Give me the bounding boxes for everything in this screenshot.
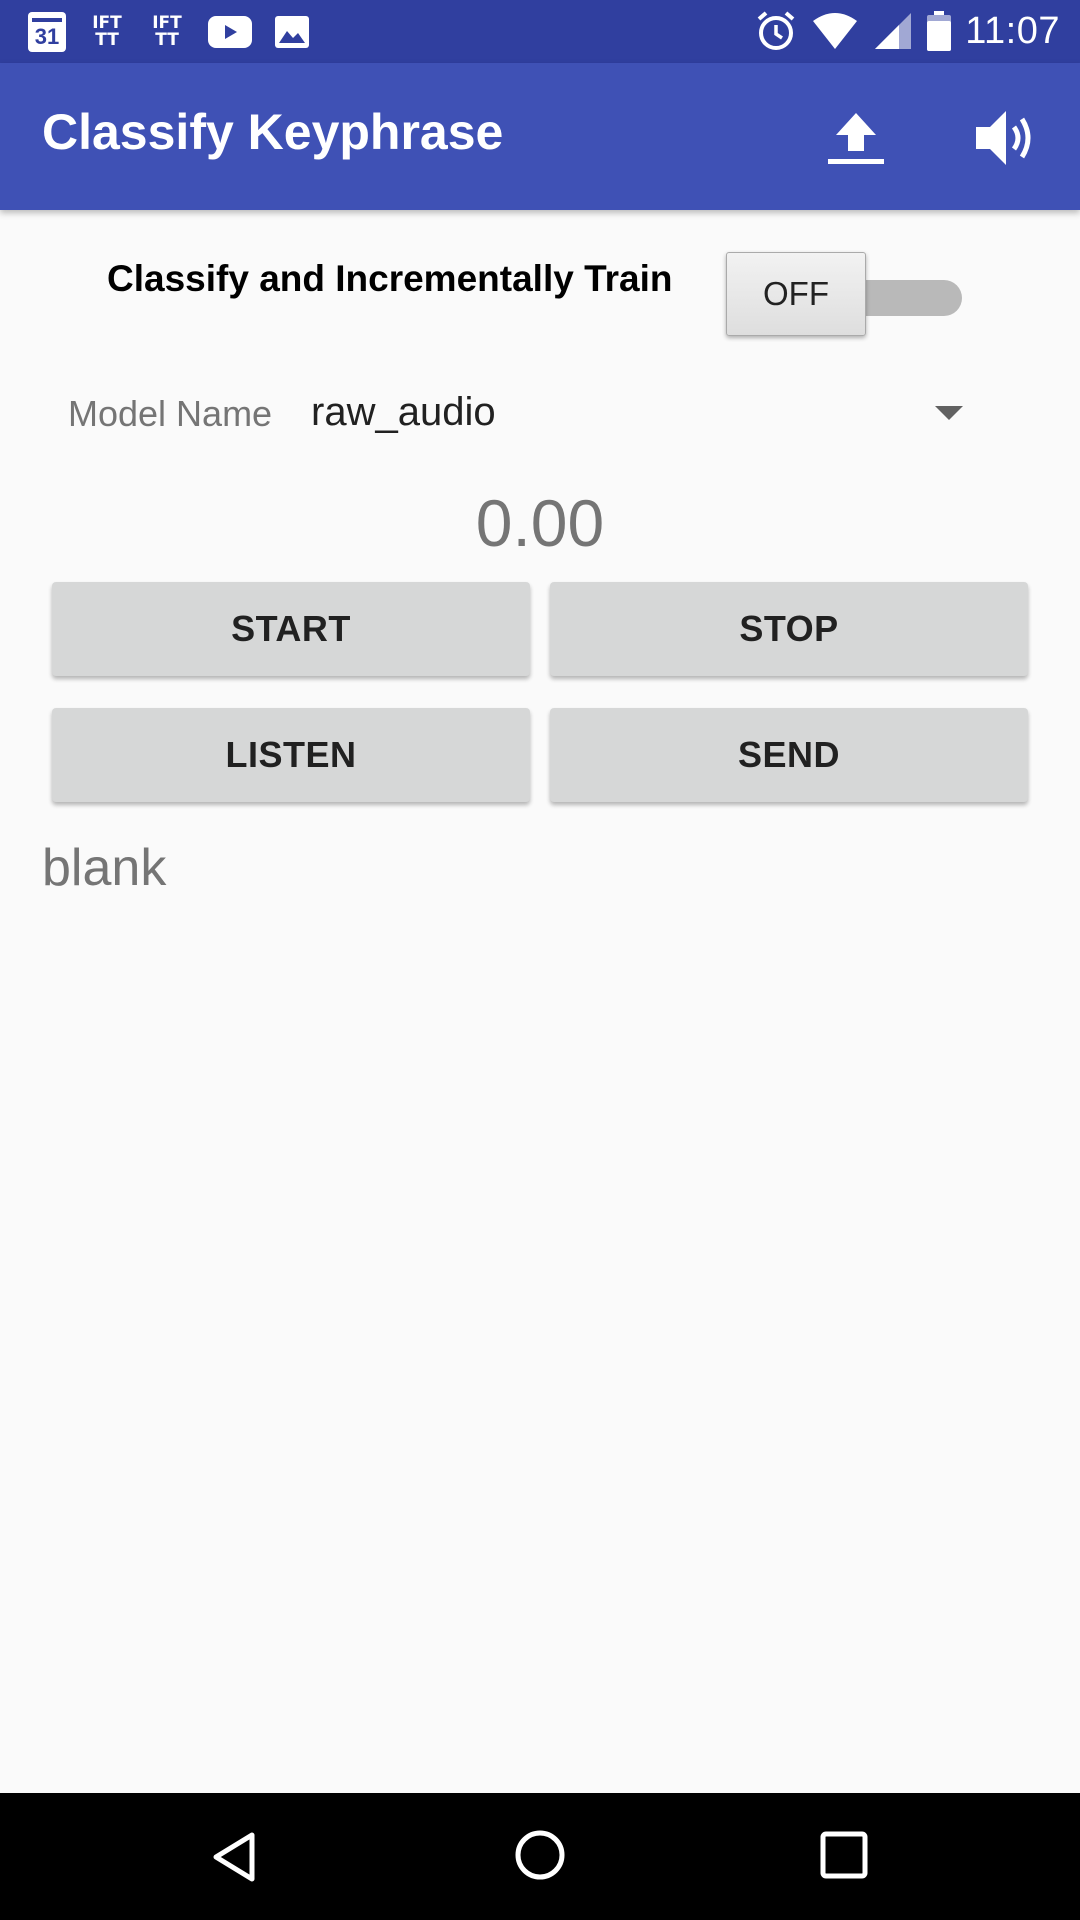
- navigation-bar: [0, 1793, 1080, 1920]
- ifttt-icon: IFT TT: [152, 13, 182, 50]
- calendar-icon: 31: [28, 12, 66, 52]
- stop-button[interactable]: STOP: [550, 582, 1028, 676]
- model-name-value: raw_audio: [311, 390, 496, 434]
- calendar-day: 31: [34, 24, 60, 49]
- start-button[interactable]: START: [52, 582, 530, 676]
- notification-icons: 31 IFT TT IFT TT: [28, 10, 310, 54]
- model-name-dropdown[interactable]: raw_audio: [296, 380, 976, 450]
- status-time: 11:07: [965, 9, 1060, 52]
- battery-icon: [927, 11, 952, 51]
- status-bar: 31 IFT TT IFT TT 11:07: [0, 0, 1080, 63]
- toggle-thumb[interactable]: OFF: [726, 252, 866, 336]
- wifi-icon: [813, 13, 858, 49]
- app-bar: Classify Keyphrase: [0, 63, 1080, 210]
- system-icons: 11:07: [755, 8, 1060, 54]
- youtube-icon: [208, 16, 252, 48]
- listen-button[interactable]: LISTEN: [52, 708, 530, 802]
- speaker-icon[interactable]: [972, 105, 1038, 171]
- result-text: blank: [42, 839, 167, 897]
- screen: 31 IFT TT IFT TT 11:07 Classify Keyphras…: [0, 0, 1080, 1920]
- ifttt-icon: IFT TT: [92, 13, 122, 50]
- signal-icon: [875, 13, 912, 49]
- home-icon[interactable]: [512, 1827, 568, 1883]
- score-value: 0.00: [475, 486, 605, 560]
- back-icon[interactable]: [208, 1829, 264, 1885]
- train-toggle[interactable]: OFF: [726, 252, 962, 336]
- dropdown-arrow-icon: [935, 406, 963, 420]
- app-title: Classify Keyphrase: [42, 104, 504, 160]
- toggle-state: OFF: [763, 275, 829, 312]
- image-icon: [275, 16, 309, 48]
- alarm-icon: [757, 11, 795, 50]
- model-name-label: Model Name: [68, 393, 273, 434]
- upload-icon[interactable]: [824, 107, 888, 171]
- toggle-label: Classify and Incrementally Train: [107, 258, 673, 299]
- recents-icon[interactable]: [818, 1829, 870, 1881]
- send-button[interactable]: SEND: [550, 708, 1028, 802]
